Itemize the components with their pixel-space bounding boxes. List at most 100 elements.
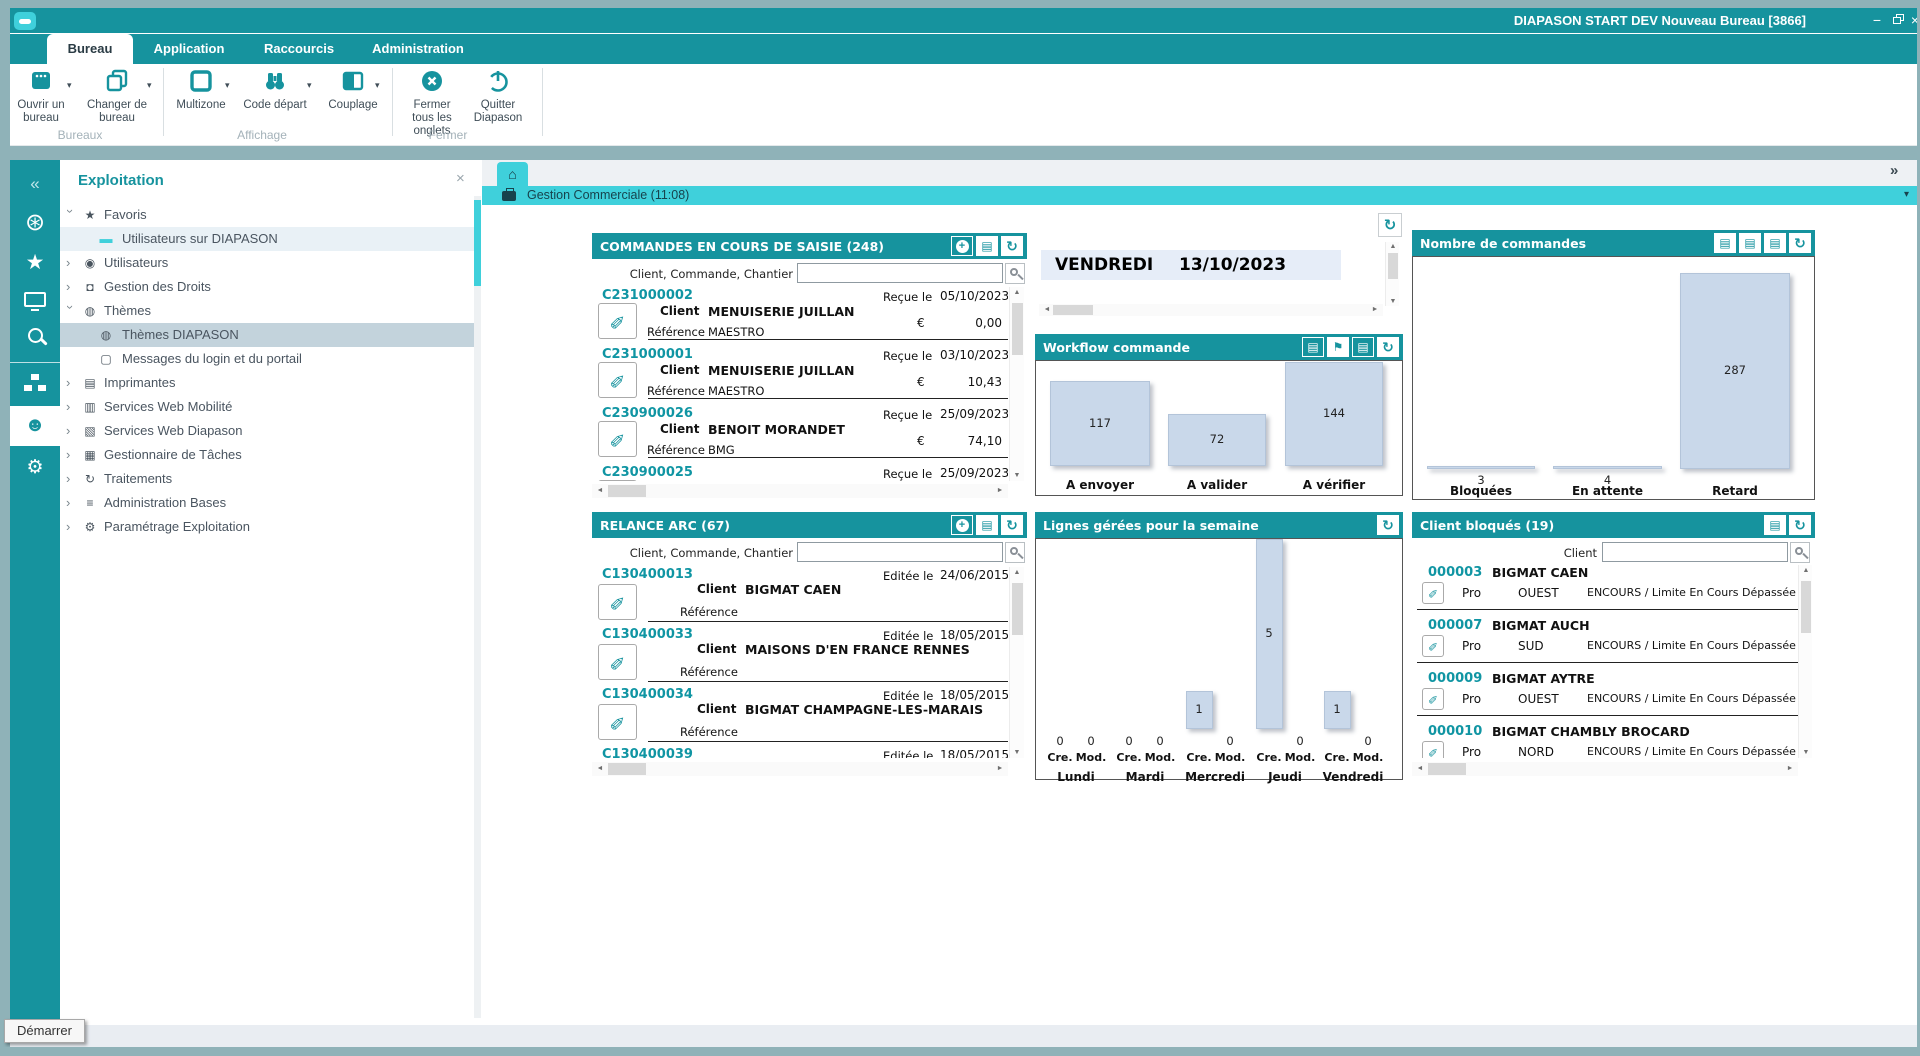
changer-bureau-button[interactable]: Changer de bureau bbox=[84, 68, 150, 125]
tree-item[interactable]: ›▦Gestionnaire de Tâches bbox=[60, 443, 474, 467]
tree-item[interactable]: ›◉Utilisateurs bbox=[60, 251, 474, 275]
refresh-button[interactable]: ↻ bbox=[1001, 236, 1023, 256]
filter-input[interactable] bbox=[797, 263, 1003, 283]
commande-row[interactable]: C231000002 Reçue le 05/10/2023 ✎ Client … bbox=[592, 288, 1008, 347]
edit-button[interactable]: ✎ bbox=[598, 421, 637, 457]
edit-button[interactable]: ✎ bbox=[598, 362, 637, 398]
dropdown-icon[interactable]: ▾ bbox=[307, 80, 312, 91]
list-view-button[interactable]: ▤ bbox=[1764, 233, 1786, 253]
list-view-button[interactable]: ▤ bbox=[1739, 233, 1761, 253]
client-id[interactable]: 000003 bbox=[1428, 565, 1482, 580]
list-view-button[interactable]: ▤ bbox=[976, 515, 998, 535]
list-view-button[interactable]: ▤ bbox=[1714, 233, 1736, 253]
search-icon[interactable] bbox=[10, 328, 60, 348]
favorites-icon[interactable]: ★ bbox=[10, 250, 60, 275]
relance-id[interactable]: C130400034 bbox=[602, 687, 693, 702]
chevron-icon[interactable]: › bbox=[66, 491, 78, 515]
dropdown-icon[interactable]: ▾ bbox=[67, 80, 72, 91]
chevron-icon[interactable]: › bbox=[66, 467, 78, 491]
horizontal-scrollbar[interactable]: ◄ ► bbox=[1039, 304, 1383, 316]
tree-item[interactable]: ›◍Thèmes bbox=[60, 299, 474, 323]
edit-button[interactable]: ✎ bbox=[598, 644, 637, 680]
add-button[interactable]: + bbox=[951, 236, 973, 256]
horizontal-scrollbar[interactable]: ◄ ► bbox=[592, 762, 1008, 776]
add-button[interactable]: + bbox=[951, 515, 973, 535]
vertical-scrollbar[interactable]: ▲ ▼ bbox=[1009, 287, 1024, 481]
filter-input[interactable] bbox=[1602, 542, 1788, 562]
tree-item[interactable]: ›▧Services Web Diapason bbox=[60, 419, 474, 443]
tree-item[interactable]: ›↻Traitements bbox=[60, 467, 474, 491]
list-view-button[interactable]: ▤ bbox=[1764, 515, 1786, 535]
chevron-icon[interactable]: › bbox=[66, 395, 78, 419]
chevron-icon[interactable]: › bbox=[66, 251, 78, 275]
vertical-scrollbar[interactable]: ▲ ▼ bbox=[1009, 567, 1024, 758]
search-button[interactable] bbox=[1790, 542, 1810, 563]
restore-button[interactable] bbox=[1888, 11, 1906, 29]
expand-more-icon[interactable]: » bbox=[1890, 162, 1898, 179]
monitor-icon[interactable] bbox=[10, 292, 60, 312]
home-tab[interactable]: ⌂ bbox=[497, 162, 528, 186]
quitter-diapason-button[interactable]: Quitter Diapason bbox=[465, 68, 531, 125]
edit-button[interactable]: ✎ bbox=[598, 303, 637, 339]
commande-id[interactable]: C231000001 bbox=[602, 347, 693, 362]
relance-id[interactable]: C130400039 bbox=[602, 747, 693, 758]
multizone-button[interactable]: Multizone bbox=[170, 68, 232, 112]
relance-row[interactable]: C130400039 Editée le 18/05/2015 bbox=[592, 747, 1008, 758]
workspace-bar[interactable]: Gestion Commerciale (11:08) ▾ bbox=[482, 186, 1917, 205]
tree-item[interactable]: ◍Thèmes DIAPASON bbox=[60, 323, 474, 347]
horizontal-scrollbar[interactable]: ◄ ► bbox=[592, 484, 1008, 498]
ouvrir-bureau-button[interactable]: Ouvrir un bureau bbox=[10, 68, 72, 125]
tab-raccourcis[interactable]: Raccourcis bbox=[253, 34, 345, 64]
minimize-button[interactable]: − bbox=[1868, 11, 1886, 29]
tree-item[interactable]: ›◘Gestion des Droits bbox=[60, 275, 474, 299]
edit-button[interactable]: ✎ bbox=[598, 704, 637, 740]
refresh-button[interactable]: ↻ bbox=[1377, 515, 1399, 535]
tree-item[interactable]: ›▥Services Web Mobilité bbox=[60, 395, 474, 419]
close-panel-icon[interactable]: × bbox=[456, 170, 465, 187]
dropdown-icon[interactable]: ▾ bbox=[1904, 189, 1909, 200]
refresh-button[interactable]: ↻ bbox=[1789, 233, 1811, 253]
chevron-icon[interactable]: › bbox=[58, 209, 82, 221]
commande-row[interactable]: C231000001 Reçue le 03/10/2023 ✎ Client … bbox=[592, 347, 1008, 406]
horizontal-scrollbar[interactable]: ◄ ► bbox=[1412, 762, 1798, 776]
edit-button[interactable]: ✎ bbox=[1422, 635, 1444, 657]
chart-view-button[interactable]: ⚑ bbox=[1327, 337, 1349, 357]
list-view-button[interactable]: ▤ bbox=[976, 236, 998, 256]
refresh-button[interactable]: ↻ bbox=[1001, 515, 1023, 535]
commande-id[interactable]: C231000002 bbox=[602, 288, 693, 303]
client-row[interactable]: 000010 BIGMAT CHAMBLY BROCARD ✎ Pro NORD… bbox=[1412, 724, 1798, 758]
edit-button[interactable]: ✎ bbox=[1422, 582, 1444, 604]
client-id[interactable]: 000010 bbox=[1428, 724, 1482, 739]
client-row[interactable]: 000009 BIGMAT AYTRE ✎ Pro OUEST ENCOURS … bbox=[1412, 671, 1798, 724]
helm-icon[interactable]: ⊛ bbox=[10, 208, 60, 237]
tree-item[interactable]: ›★Favoris bbox=[60, 203, 474, 227]
relance-row[interactable]: C130400033 Editée le 18/05/2015 ✎ Client… bbox=[592, 627, 1008, 687]
list-view-button[interactable]: ▤ bbox=[1302, 337, 1324, 357]
dropdown-icon[interactable]: ▾ bbox=[375, 80, 380, 91]
tree-item[interactable]: ›⚙Paramétrage Exploitation bbox=[60, 515, 474, 539]
chevron-icon[interactable]: › bbox=[58, 305, 82, 317]
client-row[interactable]: 000007 BIGMAT AUCH ✎ Pro SUD ENCOURS / L… bbox=[1412, 618, 1798, 671]
code-depart-button[interactable]: Code départ bbox=[240, 68, 310, 112]
user-security-icon[interactable]: ☻ bbox=[10, 414, 60, 437]
gear-icon[interactable]: ⚙ bbox=[10, 456, 60, 479]
refresh-button[interactable]: ↻ bbox=[1789, 515, 1811, 535]
vertical-scrollbar[interactable]: ▲ ▼ bbox=[1385, 242, 1399, 306]
tree-item[interactable]: ›▤Imprimantes bbox=[60, 371, 474, 395]
tab-application[interactable]: Application bbox=[143, 34, 235, 64]
client-id[interactable]: 000007 bbox=[1428, 618, 1482, 633]
client-id[interactable]: 000009 bbox=[1428, 671, 1482, 686]
chevron-icon[interactable]: › bbox=[66, 515, 78, 539]
client-row[interactable]: 000003 BIGMAT CAEN ✎ Pro OUEST ENCOURS /… bbox=[1412, 565, 1798, 618]
tree-item[interactable]: ▢Messages du login et du portail bbox=[60, 347, 474, 371]
refresh-button[interactable]: ↻ bbox=[1377, 337, 1399, 357]
edit-button[interactable]: ✎ bbox=[1422, 741, 1444, 758]
relance-id[interactable]: C130400033 bbox=[602, 627, 693, 642]
tab-administration[interactable]: Administration bbox=[366, 34, 470, 64]
chevron-icon[interactable]: › bbox=[66, 419, 78, 443]
filter-input[interactable] bbox=[797, 542, 1003, 562]
refresh-button[interactable]: ↻ bbox=[1378, 213, 1402, 237]
relance-id[interactable]: C130400013 bbox=[602, 567, 693, 582]
chevron-icon[interactable]: › bbox=[66, 371, 78, 395]
chevron-icon[interactable]: › bbox=[66, 275, 78, 299]
